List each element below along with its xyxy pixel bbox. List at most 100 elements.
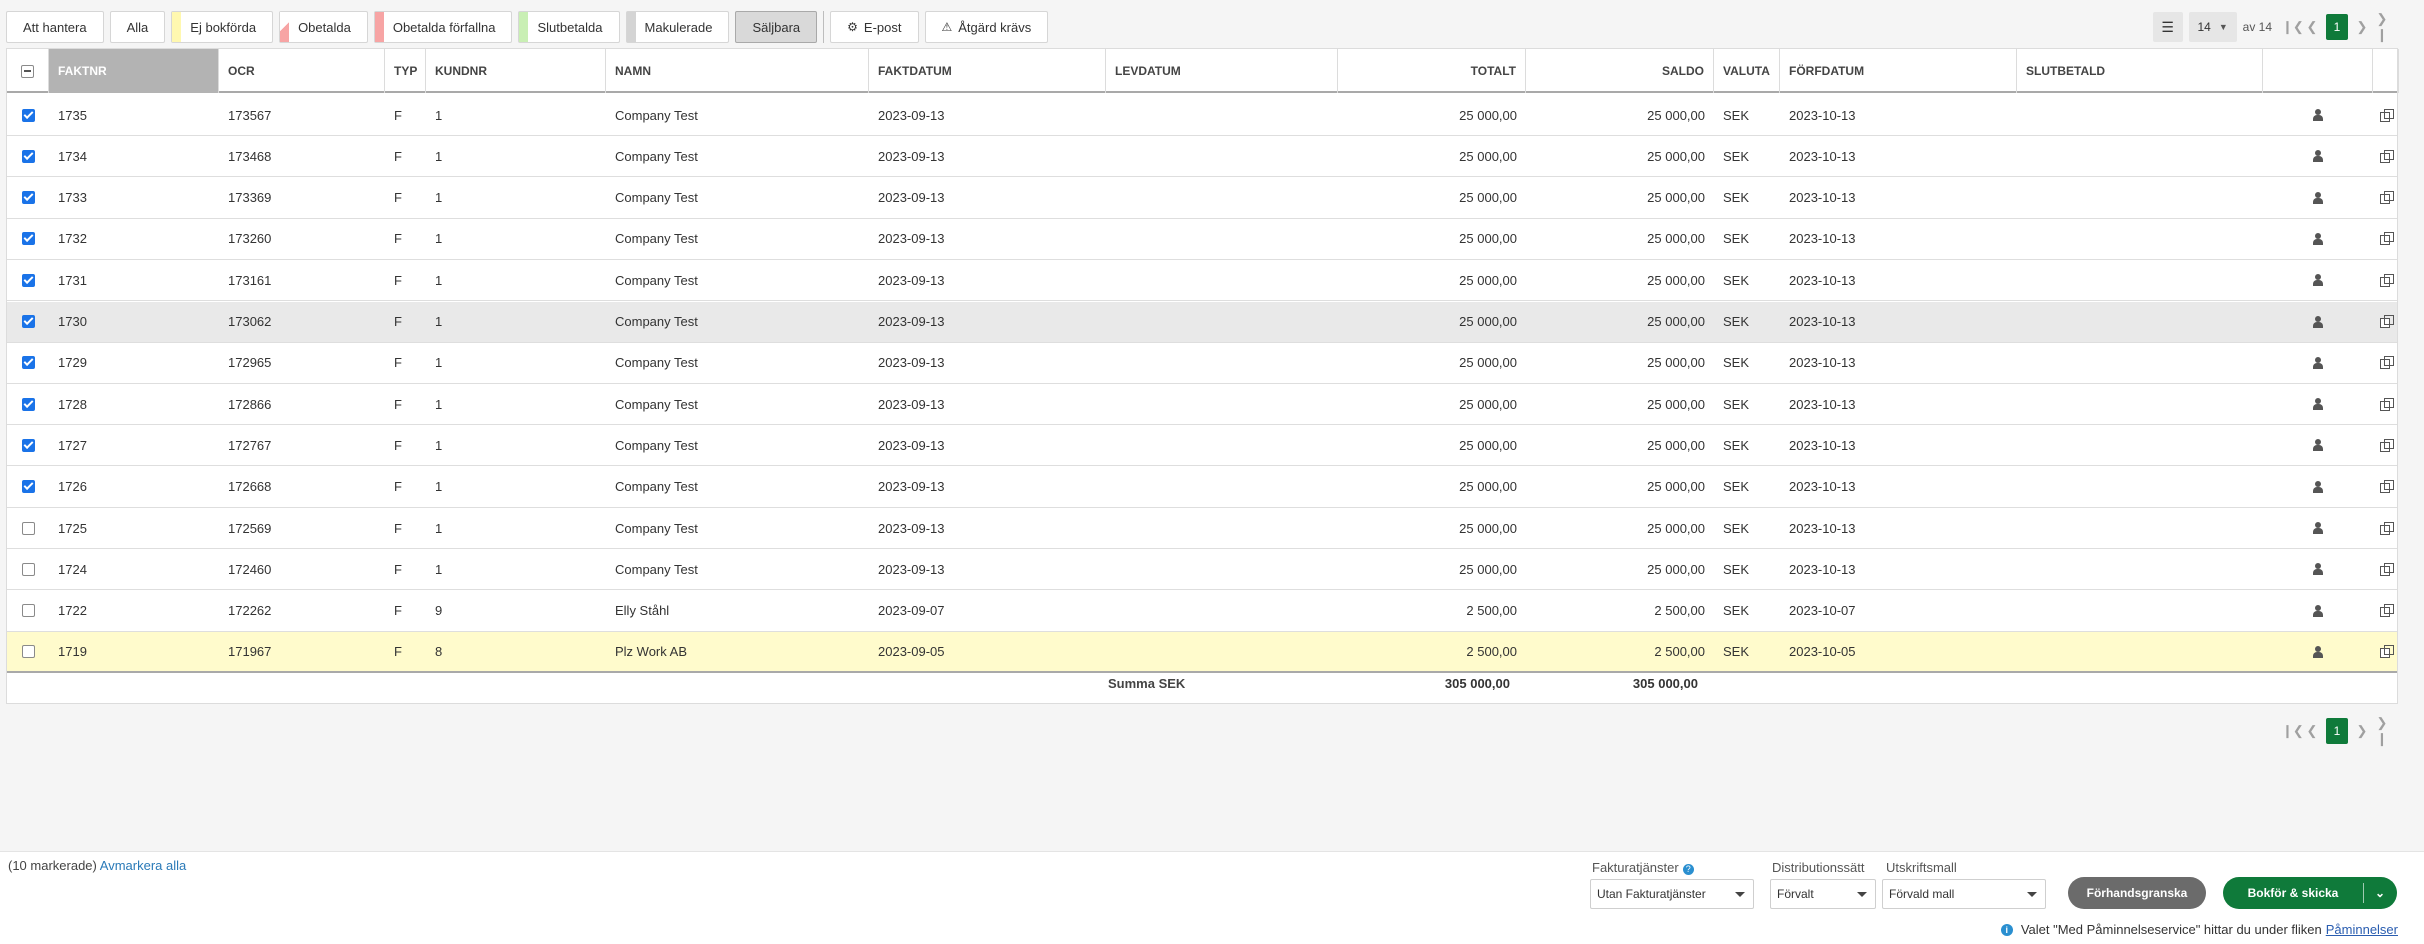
- table-row[interactable]: 1726 172668 F 1 Company Test 2023-09-13 25 000…: [7, 467, 2397, 508]
- copy-icon[interactable]: [2379, 521, 2394, 535]
- next-page-icon[interactable]: ❯: [2352, 723, 2372, 739]
- copy-icon[interactable]: [2379, 149, 2394, 163]
- table-row[interactable]: 1731 173161 F 1 Company Test 2023-09-13 25 000…: [7, 260, 2397, 302]
- table-row[interactable]: 1735 173567 F 1 Company Test 2023-09-13 25 000…: [7, 95, 2397, 136]
- row-checkbox[interactable]: [21, 480, 35, 494]
- last-page-icon[interactable]: ❯❙: [2372, 11, 2392, 43]
- utskrift-select[interactable]: Förvald mall: [1882, 879, 2046, 909]
- filter-button-obetalda-förfallna[interactable]: Obetalda förfallna: [373, 11, 513, 43]
- column-header-ocr[interactable]: OCR: [219, 49, 385, 93]
- column-header-faktdatum[interactable]: FAKTDATUM: [869, 49, 1106, 93]
- user-icon[interactable]: [2312, 191, 2324, 204]
- row-checkbox[interactable]: [21, 645, 35, 659]
- user-icon[interactable]: [2312, 150, 2324, 163]
- table-row[interactable]: 1729 172965 F 1 Company Test 2023-09-13 25 000…: [7, 343, 2397, 384]
- user-icon[interactable]: [2312, 439, 2324, 452]
- copy-icon[interactable]: [2379, 562, 2394, 576]
- copy-cell: [2373, 384, 2399, 424]
- page-size-select[interactable]: 14 ▼: [2188, 12, 2237, 42]
- column-header-levdatum[interactable]: LEVDATUM: [1106, 49, 1338, 93]
- column-header-forfdatum[interactable]: FÖRFDATUM: [1780, 49, 2017, 93]
- column-header-namn[interactable]: NAMN: [606, 49, 869, 93]
- filter-button-att-hantera[interactable]: Att hantera: [6, 11, 104, 43]
- user-icon[interactable]: [2312, 522, 2324, 534]
- copy-icon[interactable]: [2379, 397, 2394, 411]
- row-checkbox[interactable]: [21, 438, 35, 452]
- user-icon[interactable]: [2312, 274, 2324, 287]
- email-button[interactable]: ⚙ E-post: [830, 11, 919, 43]
- row-checkbox[interactable]: [21, 232, 35, 246]
- preview-button[interactable]: Förhandsgranska: [2068, 877, 2206, 909]
- current-page[interactable]: 1: [2326, 718, 2348, 744]
- copy-icon[interactable]: [2379, 315, 2394, 328]
- copy-icon[interactable]: [2379, 604, 2394, 618]
- menu-icon[interactable]: ☰: [2152, 12, 2183, 42]
- copy-icon[interactable]: [2379, 356, 2394, 370]
- row-checkbox[interactable]: [21, 149, 35, 163]
- user-icon[interactable]: [2312, 604, 2324, 617]
- first-page-icon[interactable]: ❙❮: [2282, 19, 2304, 35]
- row-checkbox[interactable]: [21, 356, 35, 370]
- next-page-icon[interactable]: ❯: [2352, 19, 2372, 35]
- table-row[interactable]: 1728 172866 F 1 Company Test 2023-09-13 25 000…: [7, 384, 2399, 426]
- copy-icon[interactable]: [2379, 191, 2394, 205]
- filter-button-obetalda[interactable]: Obetalda: [279, 11, 368, 43]
- column-header-slutbetald[interactable]: SLUTBETALD: [2017, 49, 2263, 93]
- filter-button-alla[interactable]: Alla: [109, 11, 166, 43]
- copy-icon[interactable]: [2379, 108, 2394, 122]
- filter-button-makulerade[interactable]: Makulerade: [625, 11, 730, 43]
- row-checkbox[interactable]: [21, 315, 35, 328]
- user-icon[interactable]: [2312, 398, 2324, 411]
- action-required-button[interactable]: ⚠ Åtgärd krävs: [924, 11, 1049, 43]
- help-icon[interactable]: ?: [1682, 864, 1694, 875]
- table-row[interactable]: 1727 172767 F 1 Company Test 2023-09-13 25 000…: [7, 425, 2397, 467]
- user-icon[interactable]: [2312, 232, 2324, 245]
- first-page-icon[interactable]: ❙❮: [2282, 723, 2304, 739]
- column-header-totalt[interactable]: TOTALT: [1338, 49, 1526, 93]
- filter-button-ej-bokförda[interactable]: Ej bokförda: [171, 11, 274, 43]
- copy-icon[interactable]: [2379, 273, 2394, 287]
- user-icon[interactable]: [2312, 109, 2324, 121]
- table-row[interactable]: 1733 173369 F 1 Company Test 2023-09-13 25 000…: [7, 178, 2397, 219]
- copy-icon[interactable]: [2379, 645, 2394, 659]
- post-and-send-button[interactable]: Bokför & skicka ⌄: [2223, 877, 2397, 909]
- copy-icon[interactable]: [2379, 232, 2394, 246]
- table-row[interactable]: 1722 172262 F 9 Elly Ståhl 2023-09-07 2 500,00…: [7, 591, 2397, 632]
- filter-button-slutbetalda[interactable]: Slutbetalda: [518, 11, 620, 43]
- prev-page-icon[interactable]: ❮: [2302, 723, 2322, 739]
- chevron-down-icon[interactable]: ⌄: [2364, 886, 2396, 900]
- filter-button-säljbara[interactable]: Säljbara: [735, 11, 818, 43]
- table-row[interactable]: 1734 173468 F 1 Company Test 2023-09-13 25 000…: [7, 136, 2397, 178]
- prev-page-icon[interactable]: ❮: [2302, 19, 2322, 35]
- user-icon[interactable]: [2312, 315, 2324, 328]
- copy-icon[interactable]: [2379, 438, 2394, 452]
- table-row[interactable]: 1732 173260 F 1 Company Test 2023-09-13 25 000…: [7, 219, 2397, 260]
- deselect-all-link[interactable]: Avmarkera alla: [100, 858, 186, 873]
- row-checkbox[interactable]: [21, 604, 35, 618]
- reminders-link[interactable]: Påminnelser: [2326, 922, 2398, 937]
- column-header-kundnr[interactable]: KUNDNR: [426, 49, 606, 93]
- user-icon[interactable]: [2312, 480, 2324, 493]
- row-checkbox[interactable]: [21, 108, 35, 122]
- current-page[interactable]: 1: [2326, 14, 2348, 40]
- column-header-faktnr[interactable]: FAKTNR: [49, 49, 219, 93]
- column-header-saldo[interactable]: SALDO: [1526, 49, 1714, 93]
- row-checkbox[interactable]: [21, 562, 35, 576]
- fakturatjanster-select[interactable]: Utan Fakturatjänster: [1590, 879, 1754, 909]
- user-icon[interactable]: [2312, 645, 2324, 658]
- select-all-checkbox[interactable]: [21, 64, 34, 78]
- table-row[interactable]: 1730 173062 F 1 Company Test 2023-09-13 25 000…: [7, 301, 2397, 343]
- user-icon[interactable]: [2312, 356, 2324, 369]
- distribution-select[interactable]: Förvalt: [1770, 879, 1876, 909]
- user-icon[interactable]: [2312, 563, 2324, 576]
- table-row[interactable]: 1725 172569 F 1 Company Test 2023-09-13 25 000…: [7, 508, 2397, 549]
- row-checkbox[interactable]: [21, 521, 35, 535]
- row-checkbox[interactable]: [21, 397, 35, 411]
- column-header-typ[interactable]: TYP: [385, 49, 426, 93]
- table-row[interactable]: 1724 172460 F 1 Company Test 2023-09-13 25 000…: [7, 549, 2397, 591]
- row-checkbox[interactable]: [21, 191, 35, 205]
- copy-icon[interactable]: [2379, 480, 2394, 494]
- row-checkbox[interactable]: [21, 273, 35, 287]
- last-page-icon[interactable]: ❯❙: [2372, 715, 2392, 747]
- column-header-valuta[interactable]: VALUTA: [1714, 49, 1780, 93]
